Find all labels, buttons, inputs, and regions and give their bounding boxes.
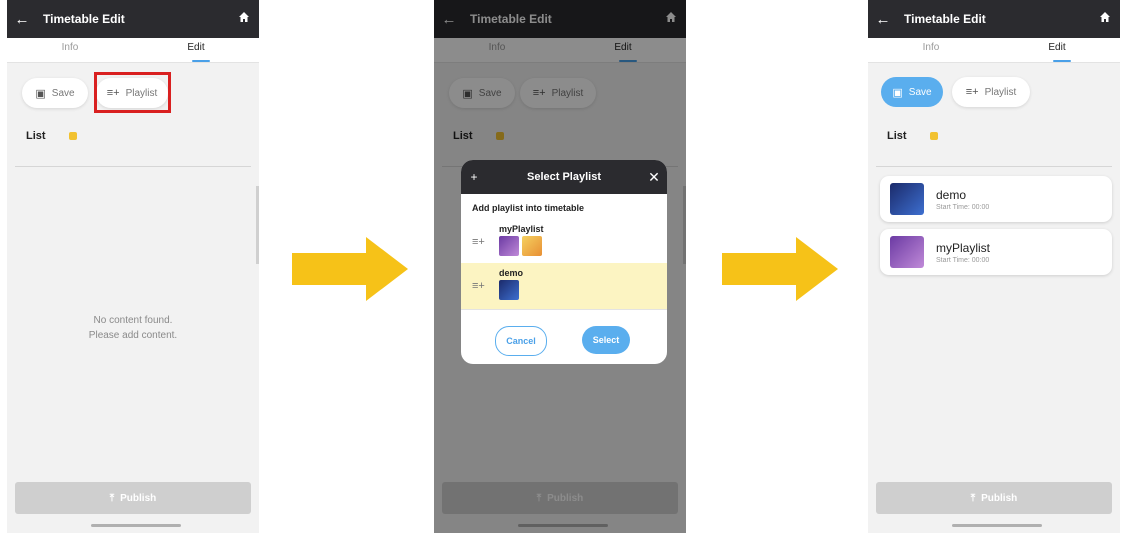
item-thumbnail — [890, 183, 924, 215]
app-title: Timetable Edit — [43, 12, 125, 26]
item-name: myPlaylist — [936, 240, 991, 255]
highlight-box — [94, 72, 171, 113]
playlist-option-name: demo — [499, 268, 524, 278]
playlist-button-label: Playlist — [984, 86, 1017, 98]
save-button-label: Save — [908, 86, 932, 98]
tab-info[interactable]: Info — [7, 38, 133, 62]
playlist-thumbnail — [522, 236, 542, 256]
tab-indicator — [1053, 60, 1071, 62]
home-icon[interactable] — [229, 10, 259, 28]
item-start-time: Start Time: 00:00 — [936, 203, 990, 211]
close-icon[interactable]: ✕ — [641, 169, 667, 186]
playlist-add-icon: ≡+ — [965, 86, 979, 98]
publish-upload-icon: ⤒ — [109, 492, 115, 504]
back-arrow-icon[interactable]: ← — [7, 11, 37, 28]
tab-edit[interactable]: Edit — [994, 38, 1120, 62]
floppy-disk-icon: ▣ — [892, 86, 903, 99]
screen-dialog: ← Timetable Edit Info Edit ▣ Save ≡+ Pla… — [434, 0, 686, 533]
tab-edit[interactable]: Edit — [133, 38, 259, 62]
publish-label: Publish — [120, 492, 157, 504]
tab-bar: Info Edit — [7, 38, 259, 63]
empty-line-2: Please add content. — [88, 330, 178, 341]
select-playlist-dialog: + Select Playlist ✕ Add playlist into ti… — [461, 160, 667, 364]
screen-after: ← Timetable Edit Info Edit ▣ Save ≡+ Pla… — [868, 0, 1120, 533]
list-label: List — [887, 130, 907, 142]
playlist-option-name: myPlaylist — [499, 224, 544, 234]
timetable-item-demo[interactable]: demo Start Time: 00:00 — [880, 176, 1112, 222]
list-divider — [15, 166, 251, 167]
item-name: demo — [936, 187, 967, 202]
home-indicator — [952, 524, 1042, 527]
app-title: Timetable Edit — [904, 12, 986, 26]
dialog-divider — [461, 309, 667, 310]
item-start-time: Start Time: 00:00 — [936, 256, 990, 264]
dialog-subtitle: Add playlist into timetable — [472, 203, 585, 213]
plus-icon[interactable]: + — [461, 170, 487, 184]
publish-upload-icon: ⤒ — [970, 492, 976, 504]
list-badge — [930, 132, 938, 140]
app-bar: ← Timetable Edit — [7, 0, 259, 38]
dialog-header: + Select Playlist ✕ — [461, 160, 667, 194]
add-playlist-button[interactable]: ≡+ Playlist — [952, 77, 1030, 107]
list-badge — [69, 132, 77, 140]
app-bar: ← Timetable Edit — [868, 0, 1120, 38]
screen-before: ← Timetable Edit Info Edit ▣ Save ≡+ Pla… — [7, 0, 259, 533]
scrollbar[interactable] — [256, 186, 259, 264]
save-button-label: Save — [51, 87, 75, 99]
cancel-button[interactable]: Cancel — [495, 326, 547, 356]
publish-label: Publish — [981, 492, 1018, 504]
timetable-item-myplaylist[interactable]: myPlaylist Start Time: 00:00 — [880, 229, 1112, 275]
empty-state: No content found. Please add content. — [7, 313, 259, 343]
save-button[interactable]: ▣ Save — [881, 77, 943, 107]
home-icon[interactable] — [1090, 10, 1120, 28]
list-divider — [876, 166, 1112, 167]
playlist-add-icon: ≡+ — [472, 280, 485, 292]
home-indicator — [91, 524, 181, 527]
empty-line-1: No content found. — [93, 315, 173, 326]
item-thumbnail — [890, 236, 924, 268]
playlist-option-demo[interactable]: ≡+ demo — [461, 263, 667, 309]
publish-button[interactable]: ⤒ Publish — [15, 482, 251, 514]
playlist-thumbnail — [499, 236, 519, 256]
tab-bar: Info Edit — [868, 38, 1120, 63]
back-arrow-icon[interactable]: ← — [868, 11, 898, 28]
save-button[interactable]: ▣ Save — [22, 78, 88, 108]
playlist-add-icon: ≡+ — [472, 236, 485, 248]
floppy-disk-icon: ▣ — [35, 87, 46, 100]
list-label: List — [26, 130, 46, 142]
dialog-title: Select Playlist — [527, 171, 601, 183]
tab-indicator — [192, 60, 210, 62]
playlist-option-myplaylist[interactable]: ≡+ myPlaylist — [461, 219, 667, 263]
publish-button[interactable]: ⤒ Publish — [876, 482, 1112, 514]
select-button[interactable]: Select — [582, 326, 630, 354]
tab-info[interactable]: Info — [868, 38, 994, 62]
playlist-thumbnail — [499, 280, 519, 300]
